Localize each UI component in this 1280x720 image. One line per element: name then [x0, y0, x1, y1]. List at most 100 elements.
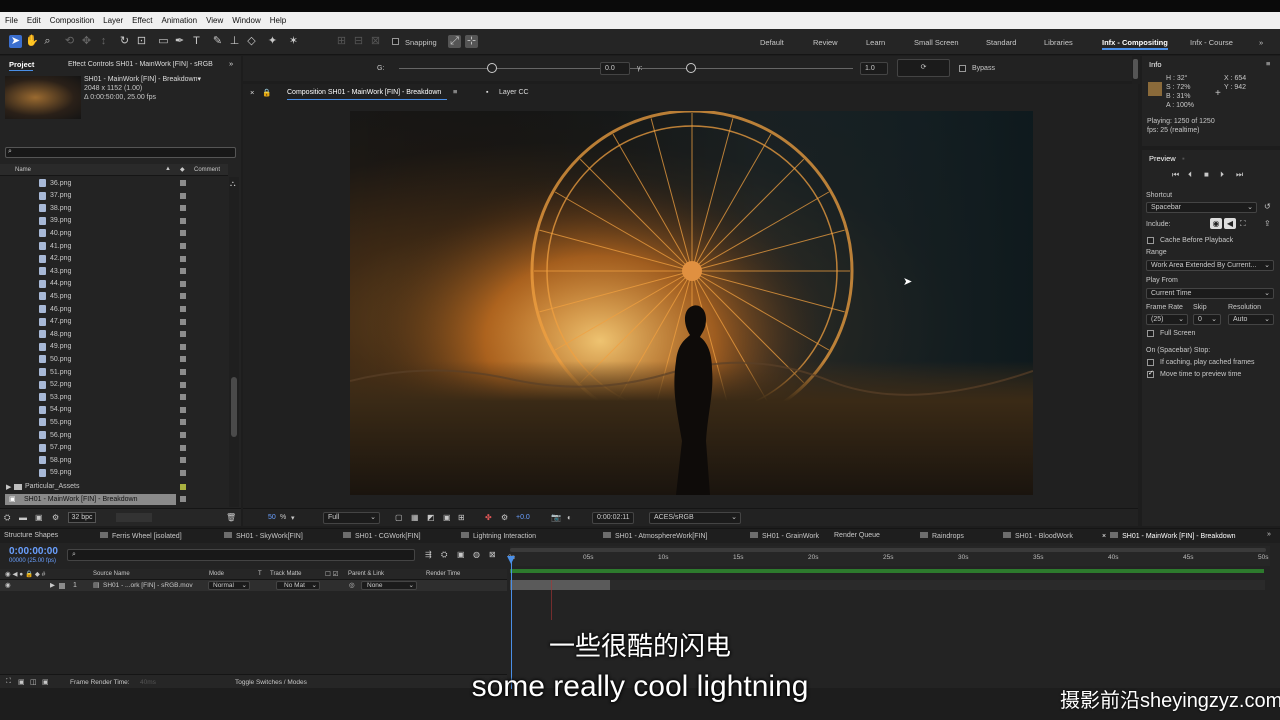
project-file-item[interactable]: 51.png: [39, 366, 71, 378]
brush-tool-icon[interactable]: ✎: [211, 35, 224, 48]
snap-grid-icon[interactable]: ⊹: [465, 35, 478, 48]
project-file-item[interactable]: 40.png: [39, 227, 71, 239]
snapping-checkbox[interactable]: [392, 38, 399, 45]
file-label-color[interactable]: [180, 406, 186, 413]
file-label-color[interactable]: [180, 243, 186, 249]
workspace-default[interactable]: Default: [760, 38, 784, 47]
file-label-color[interactable]: [180, 192, 186, 199]
play-cached-frames-checkbox[interactable]: [1147, 359, 1154, 366]
work-area-bar[interactable]: [510, 569, 1264, 573]
project-file-item[interactable]: 43.png: [39, 265, 71, 277]
project-file-item[interactable]: 54.png: [39, 404, 71, 416]
project-file-item[interactable]: 42.png: [39, 253, 71, 265]
timeline-tab-skywork[interactable]: SH01 - SkyWork[FIN]: [224, 532, 303, 540]
file-label-color[interactable]: [180, 230, 186, 237]
y-slider-handle[interactable]: [686, 63, 696, 73]
project-file-item[interactable]: 59.png: [39, 467, 71, 479]
y-slider-track[interactable]: [653, 68, 853, 69]
workspace-review[interactable]: Review: [813, 38, 838, 47]
workspace-learn[interactable]: Learn: [866, 38, 885, 47]
flowchart-icon[interactable]: ⛬: [230, 179, 236, 189]
eraser-tool-icon[interactable]: ◇: [245, 35, 258, 48]
timeline-tab-ferris-wheel[interactable]: Ferris Wheel [isolated]: [100, 532, 182, 540]
settings-icon[interactable]: ⚙: [52, 513, 59, 522]
timeline-tab-bloodwork[interactable]: SH01 - BloodWork: [1003, 532, 1073, 540]
delete-icon[interactable]: 🗑: [226, 513, 236, 522]
shortcut-dropdown[interactable]: Spacebar ⌄: [1146, 202, 1257, 213]
timeline-tab-render-queue[interactable]: Render Queue: [834, 532, 880, 539]
project-file-item[interactable]: 46.png: [39, 303, 71, 315]
hand-tool-icon[interactable]: ✋: [25, 35, 39, 48]
project-zoom-slider[interactable]: [116, 513, 152, 522]
reset-button[interactable]: ⟳: [897, 59, 950, 77]
sort-icon[interactable]: ▲: [165, 166, 171, 172]
menu-view[interactable]: View: [206, 16, 223, 25]
menu-window[interactable]: Window: [232, 16, 260, 25]
file-label-color[interactable]: [180, 469, 186, 476]
align-center-icon[interactable]: ⊟: [352, 35, 365, 48]
col-t[interactable]: T: [258, 571, 262, 577]
file-label-color[interactable]: [180, 255, 186, 262]
play-from-dropdown[interactable]: Current Time ⌄: [1146, 288, 1274, 299]
next-frame-icon[interactable]: ⏵: [1220, 170, 1224, 180]
resolution-dropdown[interactable]: Full ⌄: [323, 512, 380, 524]
project-file-item[interactable]: 36.png: [39, 177, 71, 189]
menu-animation[interactable]: Animation: [161, 16, 197, 25]
file-label-color[interactable]: [180, 343, 186, 350]
comp-viewer-tab[interactable]: Composition SH01 - MainWork [FIN] - Brea…: [287, 89, 441, 96]
reset-shortcut-icon[interactable]: ↺: [1264, 202, 1271, 211]
workspace-standard[interactable]: Standard: [986, 38, 1016, 47]
bypass-checkbox[interactable]: [959, 65, 966, 72]
workspace-infx-course[interactable]: Infx - Course: [1190, 38, 1233, 47]
timeline-tab-raindrops[interactable]: Raindrops: [920, 532, 964, 540]
menu-edit[interactable]: Edit: [27, 16, 41, 25]
interpret-icon[interactable]: ⛭: [4, 513, 10, 523]
comp-tab-menu-icon[interactable]: ≡: [453, 87, 457, 96]
selected-comp-row[interactable]: ▣ SH01 - MainWork [FIN] - Breakdown: [5, 494, 176, 505]
zoom-tool-icon[interactable]: ⌕: [41, 35, 54, 48]
new-comp-icon[interactable]: ▣: [35, 513, 43, 522]
first-frame-icon[interactable]: ⏮: [1172, 170, 1179, 180]
layer-mode-dropdown[interactable]: Normal ⌄: [208, 581, 250, 590]
composition-frame[interactable]: [350, 111, 1033, 495]
project-file-item[interactable]: 56.png: [39, 429, 71, 441]
file-label-color[interactable]: [180, 419, 186, 426]
graph-editor-icon[interactable]: ⊠: [489, 550, 496, 559]
menu-layer[interactable]: Layer: [103, 16, 123, 25]
timeline-more-icon[interactable]: »: [1267, 531, 1271, 538]
menu-composition[interactable]: Composition: [50, 16, 94, 25]
frame-rate-dropdown[interactable]: (25) ⌄: [1146, 314, 1188, 325]
menu-help[interactable]: Help: [270, 16, 286, 25]
pickwhip-icon[interactable]: ◎: [349, 581, 355, 589]
previous-frame-icon[interactable]: ⏴: [1188, 170, 1192, 180]
align-right-icon[interactable]: ⊠: [369, 35, 382, 48]
label-col-icon[interactable]: ◆: [180, 166, 185, 173]
move-time-checkbox[interactable]: [1147, 369, 1154, 378]
range-dropdown[interactable]: Work Area Extended By Current... ⌄: [1146, 260, 1274, 271]
rotate-tool-icon[interactable]: ↻: [118, 35, 131, 48]
exposure-reset-icon[interactable]: ⚙: [501, 513, 508, 522]
folder-particular-assets[interactable]: Particular_Assets: [25, 483, 79, 490]
snapshot-icon[interactable]: 📷: [551, 513, 561, 522]
include-audio-icon[interactable]: ◀: [1224, 218, 1236, 229]
col-name[interactable]: Name: [15, 167, 31, 173]
layer-duration-bar[interactable]: [510, 580, 610, 590]
project-file-item[interactable]: 52.png: [39, 379, 71, 391]
track-matte-dropdown[interactable]: No Mat ⌄: [276, 581, 320, 590]
project-file-item[interactable]: 37.png: [39, 190, 71, 202]
zoom-dropdown-icon[interactable]: ▾: [291, 514, 295, 522]
col-source-name[interactable]: Source Name: [93, 571, 130, 577]
col-parent-link[interactable]: Parent & Link: [348, 571, 384, 577]
file-label-color[interactable]: [180, 457, 186, 464]
file-label-color[interactable]: [180, 381, 186, 388]
rectangle-tool-icon[interactable]: ▭: [157, 35, 170, 48]
close-tab-icon[interactable]: ×: [1102, 533, 1106, 540]
file-label-color[interactable]: [180, 394, 186, 401]
preview-resolution-dropdown[interactable]: Auto ⌄: [1228, 314, 1274, 325]
align-left-icon[interactable]: ⊞: [335, 35, 348, 48]
include-video-icon[interactable]: ◉: [1210, 218, 1222, 229]
pan-tool-icon[interactable]: ✥: [80, 35, 93, 48]
pen-tool-icon[interactable]: ✒: [173, 35, 186, 48]
timeline-tab-structure-shapes[interactable]: Structure Shapes: [4, 532, 58, 539]
project-file-item[interactable]: 53.png: [39, 391, 71, 403]
